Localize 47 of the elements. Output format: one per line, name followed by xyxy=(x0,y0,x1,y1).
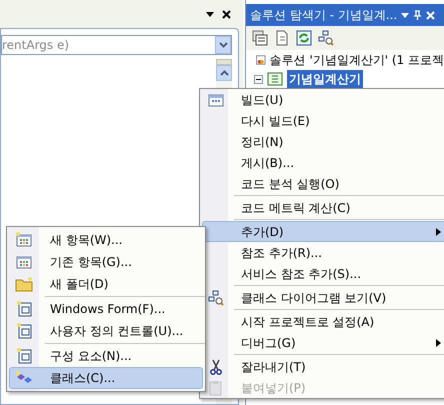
menu-item[interactable]: 구성 요소(N)... xyxy=(9,345,203,367)
menu-item[interactable]: 서비스 참조 추가(S)... xyxy=(202,263,444,284)
panel-title: 솔루션 탐색기 - 기념일계... xyxy=(250,7,398,24)
new-folder-icon xyxy=(15,276,33,292)
menu-item[interactable]: 시작 프로젝트로 설정(A) xyxy=(202,311,444,332)
properties-icon[interactable] xyxy=(252,30,268,46)
close-icon[interactable] xyxy=(222,10,231,18)
refresh-icon[interactable] xyxy=(296,30,312,46)
class-diagram-icon xyxy=(208,290,224,306)
menu-item[interactable]: 기존 항목(G)... xyxy=(9,251,203,273)
menu-item[interactable]: Windows Form(F)... xyxy=(9,298,203,320)
chevron-up-icon xyxy=(220,70,228,76)
show-files-icon[interactable] xyxy=(274,30,290,46)
menu-item[interactable]: 정리(N) xyxy=(202,131,444,152)
build-icon xyxy=(208,92,224,106)
tree-item[interactable]: 기념일계산기 xyxy=(287,70,363,88)
menu-item[interactable]: 코드 메트릭 계산(C) xyxy=(202,197,444,218)
scissors-icon xyxy=(209,358,223,374)
item-icon xyxy=(15,254,33,270)
new-class-icon xyxy=(15,371,33,385)
menu-item[interactable]: 디버그(G) xyxy=(202,332,444,353)
csharp-project-icon xyxy=(267,72,283,86)
menu-item[interactable]: 추가(D) xyxy=(202,221,444,242)
chevron-down-icon xyxy=(218,42,228,48)
menu-item[interactable]: 새 폴더(D) xyxy=(9,273,203,295)
submenu-arrow-icon xyxy=(436,338,440,346)
dropdown-button[interactable] xyxy=(215,36,231,54)
menu-item[interactable]: 클래스(C)... xyxy=(9,367,203,389)
splitter-handle[interactable] xyxy=(216,59,232,65)
class-diagram-icon[interactable] xyxy=(318,30,334,46)
clipboard-icon xyxy=(208,380,224,396)
menu-item[interactable]: 잘라내기(T) xyxy=(202,356,444,377)
menu-item[interactable]: 빌드(U) xyxy=(202,89,444,110)
menu-item[interactable]: 게시(B)... xyxy=(202,152,444,173)
menu-item[interactable]: 사용자 정의 컨트롤(U)... xyxy=(9,320,203,342)
menu-item[interactable]: 클래스 다이어그램 보기(V) xyxy=(202,287,444,308)
menu-item[interactable]: 새 항목(W)... xyxy=(9,229,203,251)
expander-icon[interactable] xyxy=(254,74,263,84)
new-item-icon xyxy=(15,232,33,248)
menu-item[interactable]: 참조 추가(R)... xyxy=(202,242,444,263)
tree-item[interactable]: 솔루션 '기념일계산기' (1 프로젝 xyxy=(270,51,444,69)
menu-item[interactable]: 다시 빌드(E) xyxy=(202,110,444,131)
menu-item[interactable]: 코드 분석 실행(O) xyxy=(202,173,444,194)
pin-icon[interactable] xyxy=(413,10,422,20)
dropdown-icon[interactable] xyxy=(206,12,214,16)
submenu-arrow-icon xyxy=(436,228,440,236)
scroll-up-button[interactable] xyxy=(216,65,232,81)
